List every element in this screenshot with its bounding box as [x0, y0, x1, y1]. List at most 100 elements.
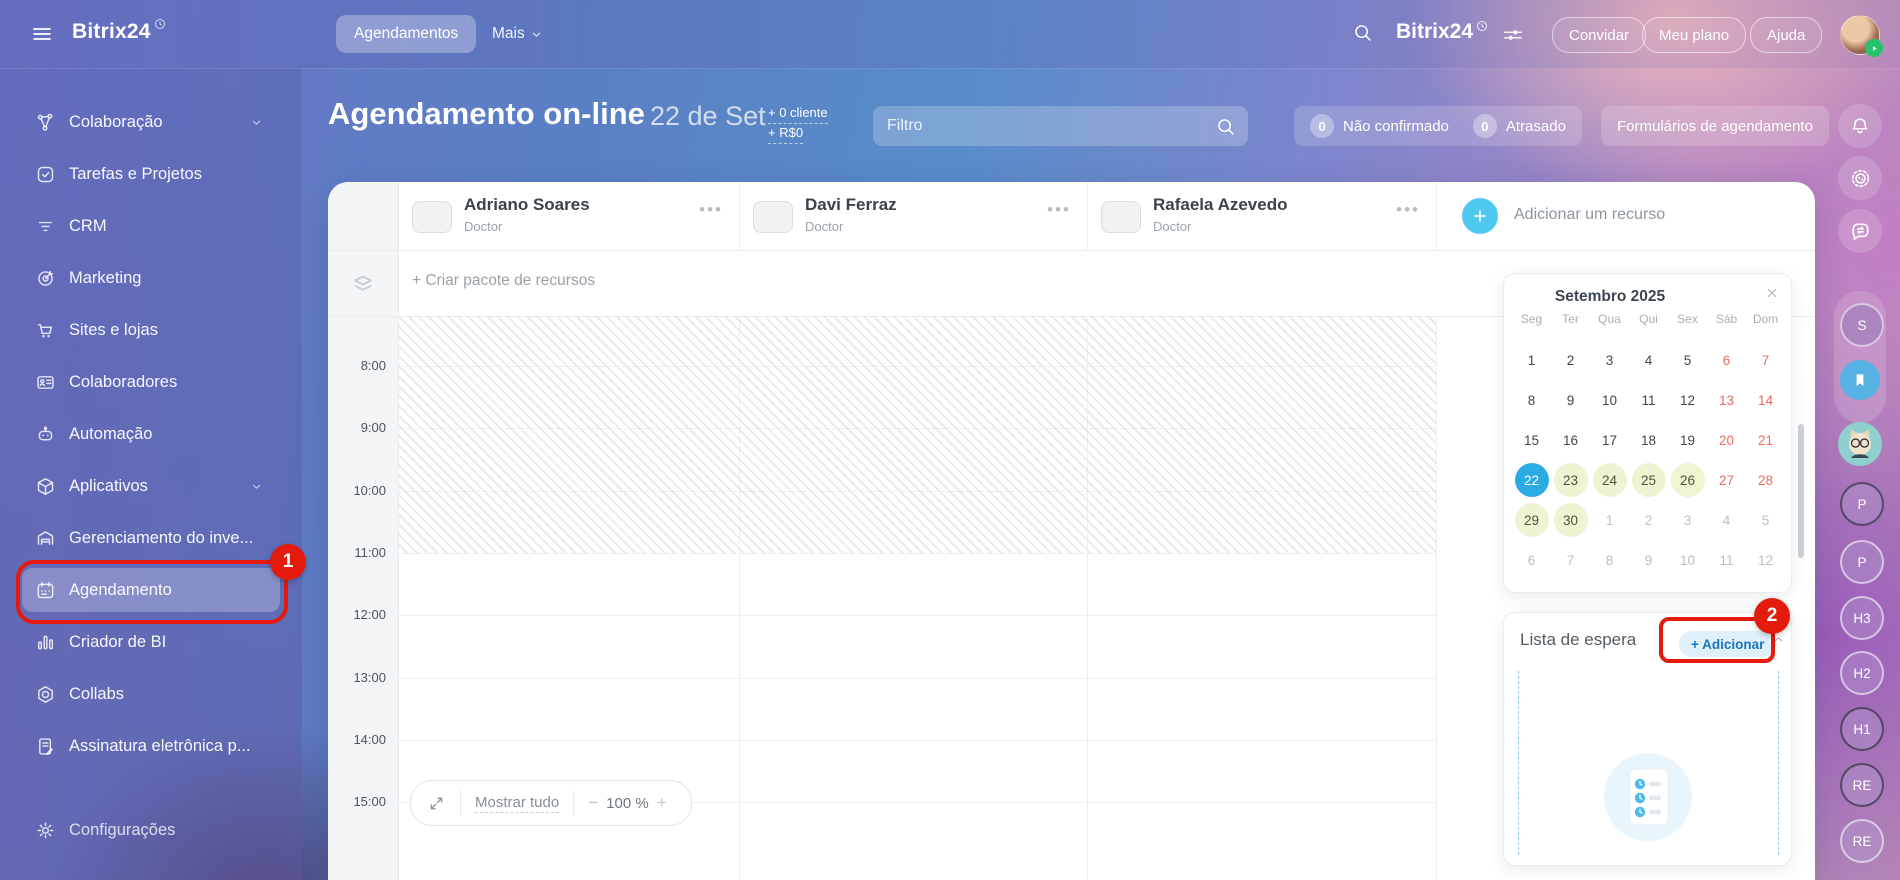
resource-column-davi-ferraz[interactable]: Davi Ferraz Doctor •••: [739, 182, 1087, 250]
calendar-day-29[interactable]: 29: [1514, 503, 1549, 537]
calendar-day-22[interactable]: 22: [1514, 463, 1549, 497]
resource-column-rafaela-azevedo[interactable]: Rafaela Azevedo Doctor •••: [1087, 182, 1436, 250]
chat-sync-button[interactable]: [1838, 209, 1882, 253]
calendar-day-20[interactable]: 20: [1710, 423, 1744, 457]
resource-menu-dots[interactable]: •••: [1047, 200, 1071, 220]
expand-icon[interactable]: [427, 794, 446, 813]
filter-input[interactable]: [873, 117, 1215, 135]
rail-avatar-p-0[interactable]: P: [1840, 482, 1884, 526]
sidebar-item-agendamento[interactable]: Agendamento: [22, 568, 280, 612]
calendar-day-21[interactable]: 21: [1749, 423, 1783, 457]
booking-forms-button[interactable]: Formulários de agendamento: [1601, 106, 1829, 146]
calendar-day-2[interactable]: 2: [1632, 503, 1666, 537]
calendar-day-27[interactable]: 27: [1710, 463, 1744, 497]
show-all-button[interactable]: Mostrar tudo: [475, 794, 560, 813]
calendar-day-8[interactable]: 8: [1515, 383, 1549, 417]
sidebar-item-crm[interactable]: CRM: [0, 200, 302, 252]
calendar-day-6[interactable]: 6: [1515, 543, 1549, 577]
calendar-day-7[interactable]: 7: [1554, 543, 1588, 577]
close-icon[interactable]: [1765, 286, 1779, 300]
calendar-day-12[interactable]: 12: [1671, 383, 1705, 417]
calendar-day-30[interactable]: 30: [1553, 503, 1588, 537]
sidebar-item-configura-es[interactable]: Configurações: [0, 804, 302, 856]
page-date[interactable]: 22 de Set: [650, 101, 766, 132]
user-avatar[interactable]: [1840, 15, 1883, 57]
chat-avatar-cat[interactable]: [1838, 422, 1882, 466]
calendar-day-2[interactable]: 2: [1554, 343, 1588, 377]
tab-mais[interactable]: Mais: [482, 15, 553, 53]
hamburger-menu-icon[interactable]: [30, 22, 54, 46]
amount[interactable]: + R$0: [768, 124, 804, 144]
pinned-chat-avatar[interactable]: S: [1840, 303, 1884, 347]
sidebar-item-gerenciamento-do-inve[interactable]: Gerenciamento do inve...: [0, 512, 302, 564]
calendar-day-6[interactable]: 6: [1710, 343, 1744, 377]
calendar-day-25[interactable]: 25: [1631, 463, 1666, 497]
resource-menu-dots[interactable]: •••: [699, 200, 723, 220]
calendar-title[interactable]: Setembro 2025: [1535, 288, 1685, 306]
status-counters[interactable]: 0 Não confirmado 0 Atrasado: [1294, 106, 1582, 146]
calendar-day-18[interactable]: 18: [1632, 423, 1666, 457]
vertical-scrollbar[interactable]: [1798, 424, 1804, 558]
waitlist-add-button[interactable]: + Adicionar: [1679, 631, 1777, 657]
counter-atrasado[interactable]: 0 Atrasado: [1472, 114, 1566, 138]
sliders-icon[interactable]: [1502, 24, 1524, 46]
sidebar-item-marketing[interactable]: Marketing: [0, 252, 302, 304]
calendar-day-1[interactable]: 1: [1515, 343, 1549, 377]
search-icon[interactable]: [1352, 22, 1373, 43]
calendar-day-10[interactable]: 10: [1671, 543, 1705, 577]
convidar-button[interactable]: Convidar: [1552, 17, 1647, 53]
rail-avatar-h2-3[interactable]: H2: [1840, 651, 1884, 695]
filter-bar[interactable]: [873, 106, 1248, 146]
chevron-up-icon[interactable]: [1772, 633, 1785, 646]
resource-menu-dots[interactable]: •••: [1396, 200, 1420, 220]
calendar-day-24[interactable]: 24: [1592, 463, 1627, 497]
calendar-day-13[interactable]: 13: [1710, 383, 1744, 417]
calendar-day-11[interactable]: 11: [1632, 383, 1666, 417]
calendar-day-1[interactable]: 1: [1593, 503, 1627, 537]
sidebar-item-aplicativos[interactable]: Aplicativos: [0, 460, 302, 512]
sidebar-item-collabs[interactable]: Collabs: [0, 668, 302, 720]
calendar-day-3[interactable]: 3: [1671, 503, 1705, 537]
ajuda-button[interactable]: Ajuda: [1750, 17, 1823, 53]
rail-avatar-re-5[interactable]: RE: [1840, 763, 1884, 807]
calendar-day-3[interactable]: 3: [1593, 343, 1627, 377]
calendar-day-7[interactable]: 7: [1749, 343, 1783, 377]
rail-avatar-re-6[interactable]: RE: [1840, 819, 1884, 863]
client-count[interactable]: + 0 cliente: [768, 104, 828, 124]
counter-nao-confirmado[interactable]: 0 Não confirmado: [1310, 114, 1449, 138]
sidebar-item-sites-e-lojas[interactable]: Sites e lojas: [0, 304, 302, 356]
calendar-day-14[interactable]: 14: [1749, 383, 1783, 417]
calendar-day-19[interactable]: 19: [1671, 423, 1705, 457]
sidebar-item-automa-o[interactable]: Automação: [0, 408, 302, 460]
notifications-bell-button[interactable]: [1838, 104, 1882, 148]
rail-avatar-p-1[interactable]: P: [1840, 540, 1884, 584]
sidebar-item-colaboradores[interactable]: Colaboradores: [0, 356, 302, 408]
calendar-day-11[interactable]: 11: [1710, 543, 1744, 577]
calendar-day-8[interactable]: 8: [1593, 543, 1627, 577]
saved-messages-button[interactable]: [1840, 360, 1880, 400]
rail-avatar-h1-4[interactable]: H1: [1840, 707, 1884, 751]
zoom-in-button[interactable]: +: [657, 793, 667, 813]
calendar-day-9[interactable]: 9: [1554, 383, 1588, 417]
calendar-day-23[interactable]: 23: [1553, 463, 1588, 497]
rail-avatar-h3-2[interactable]: H3: [1840, 596, 1884, 640]
add-resource[interactable]: Adicionar um recurso: [1436, 182, 1815, 250]
calendar-day-9[interactable]: 9: [1632, 543, 1666, 577]
create-resource-package[interactable]: + Criar pacote de recursos: [412, 272, 595, 290]
sidebar-item-criador-de-bi[interactable]: Criador de BI: [0, 616, 302, 668]
calendar-day-4[interactable]: 4: [1632, 343, 1666, 377]
calendar-day-10[interactable]: 10: [1593, 383, 1627, 417]
meu-plano-button[interactable]: Meu plano: [1642, 17, 1747, 53]
calendar-day-16[interactable]: 16: [1554, 423, 1588, 457]
sidebar-item-colabora-o[interactable]: Colaboração: [0, 96, 302, 148]
calendar-day-12[interactable]: 12: [1749, 543, 1783, 577]
calendar-day-5[interactable]: 5: [1671, 343, 1705, 377]
search-icon[interactable]: [1215, 116, 1236, 137]
copilot-button[interactable]: [1838, 156, 1882, 200]
zoom-out-button[interactable]: −: [588, 793, 598, 813]
calendar-day-26[interactable]: 26: [1670, 463, 1705, 497]
calendar-day-5[interactable]: 5: [1749, 503, 1783, 537]
calendar-day-28[interactable]: 28: [1749, 463, 1783, 497]
calendar-day-15[interactable]: 15: [1515, 423, 1549, 457]
sidebar-item-tarefas-e-projetos[interactable]: Tarefas e Projetos: [0, 148, 302, 200]
